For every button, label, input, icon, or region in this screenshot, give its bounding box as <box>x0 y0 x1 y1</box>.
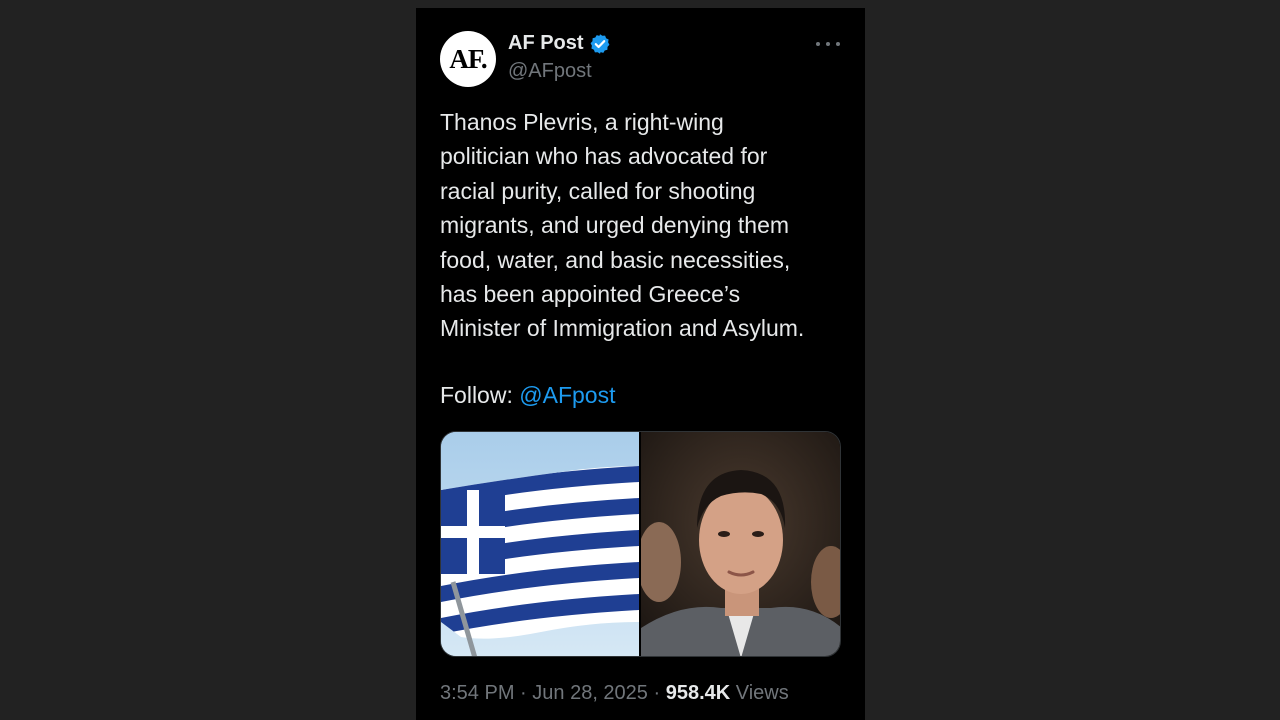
media-grid <box>440 431 841 657</box>
author-name-row: AF Post <box>508 32 611 55</box>
follow-mention-link[interactable]: @AFpost <box>519 382 615 408</box>
tweet-meta: 3:54 PM · Jun 28, 2025 · 958.4K Views <box>440 682 789 705</box>
author-display-name[interactable]: AF Post <box>508 32 584 55</box>
meta-separator: · <box>514 682 533 704</box>
follow-line: Follow: @AFpost <box>440 378 615 412</box>
tweet-card: AF. AF Post @AFpost Thanos Plevris, a ri… <box>416 8 865 720</box>
follow-label: Follow: <box>440 382 520 408</box>
tweet-text: Thanos Plevris, a right-wing politician … <box>440 109 805 342</box>
avatar-logo-text: AF. <box>449 43 487 74</box>
media-photo-portrait[interactable] <box>641 432 840 656</box>
views-count: 958.4K <box>665 682 731 704</box>
author-handle[interactable]: @AFpost <box>508 60 592 83</box>
more-horizontal-icon[interactable] <box>814 32 842 56</box>
media-photo-greek-flag[interactable] <box>441 432 639 656</box>
tweet-time[interactable]: 3:54 PM <box>440 682 514 704</box>
author-avatar[interactable]: AF. <box>440 31 496 87</box>
tweet-date[interactable]: Jun 28, 2025 <box>532 682 648 704</box>
views-label: Views <box>730 682 789 704</box>
meta-separator: · <box>647 682 666 704</box>
verified-badge-icon <box>589 33 611 55</box>
